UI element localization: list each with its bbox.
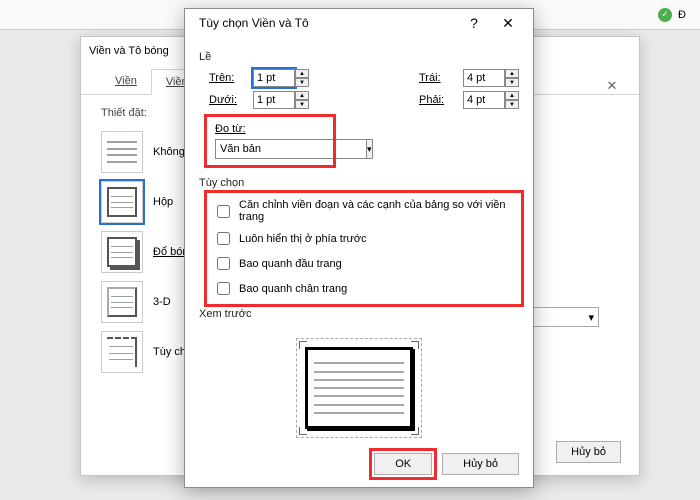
preset-box[interactable]: Hộp [101, 181, 195, 223]
bottom-margin-label: Dưới: [209, 94, 247, 106]
options-group-label: Tùy chọn [199, 177, 519, 189]
opt-surround-footer[interactable]: Bao quanh chân trang [213, 279, 515, 298]
left-margin-input[interactable]: ▲▼ [463, 69, 519, 87]
preview-page-icon [305, 347, 413, 429]
top-margin-input[interactable]: ▲▼ [253, 69, 309, 87]
preset-box-label: Hộp [153, 196, 173, 208]
bottom-margin-input[interactable]: ▲▼ [253, 91, 309, 109]
spin-down-icon[interactable]: ▼ [505, 100, 519, 109]
close-icon[interactable]: ✕ [491, 11, 525, 35]
spin-down-icon[interactable]: ▼ [295, 100, 309, 109]
help-icon[interactable]: ? [457, 11, 491, 35]
options-checkbox-group: Căn chỉnh viền đoạn và các cạnh của bảng… [209, 195, 519, 302]
top-margin-label: Trên: [209, 72, 247, 84]
opt-always-front[interactable]: Luôn hiển thị ở phía trước [213, 229, 515, 248]
spin-down-icon[interactable]: ▼ [505, 78, 519, 87]
spin-up-icon[interactable]: ▲ [505, 91, 519, 100]
chevron-down-icon: ▾ [588, 311, 594, 324]
preview-label: Xem trước [199, 308, 519, 320]
preset-none[interactable]: Không c [101, 131, 195, 173]
spin-up-icon[interactable]: ▲ [505, 69, 519, 78]
status-letter: Đ [678, 9, 686, 21]
measure-from-block: Đo từ: ▾ [209, 119, 331, 163]
preset-3d-icon [101, 281, 143, 323]
preset-shadow[interactable]: Đổ bóng [101, 231, 195, 273]
opt-align-borders[interactable]: Căn chỉnh viền đoạn và các cạnh của bảng… [213, 199, 515, 223]
preset-custom-icon [101, 331, 143, 373]
preview-frame [296, 338, 422, 438]
spin-down-icon[interactable]: ▼ [295, 78, 309, 87]
left-margin-label: Trái: [419, 72, 457, 84]
presets-label: Thiết đặt: [101, 107, 195, 119]
status-check-icon: ✓ [658, 8, 672, 22]
spin-up-icon[interactable]: ▲ [295, 91, 309, 100]
measure-from-combo[interactable]: ▾ [215, 139, 325, 159]
spin-up-icon[interactable]: ▲ [295, 69, 309, 78]
preview-area [199, 328, 519, 452]
preset-box-icon [101, 181, 143, 223]
border-options-dialog: Tùy chọn Viền và Tô ? ✕ Lề Trên: ▲▼ Trái… [184, 8, 534, 488]
preset-shadow-icon [101, 231, 143, 273]
chevron-down-icon: ▾ [367, 139, 373, 159]
preset-list: Thiết đặt: Không c Hộp Đổ bóng 3-D Tùy c… [101, 107, 195, 373]
bg-cancel-button[interactable]: Hủy bỏ [556, 441, 621, 463]
opt-surround-header[interactable]: Bao quanh đầu trang [213, 254, 515, 273]
tab-borders[interactable]: Viền [101, 69, 151, 94]
preset-none-icon [101, 131, 143, 173]
right-margin-label: Phải: [419, 94, 457, 106]
preset-custom[interactable]: Tùy chỉn [101, 331, 195, 373]
fg-dialog-title: Tùy chọn Viền và Tô [199, 16, 457, 30]
right-margin-input[interactable]: ▲▼ [463, 91, 519, 109]
ok-button[interactable]: OK [374, 453, 432, 475]
margins-group-label: Lề [199, 51, 519, 63]
cancel-button[interactable]: Hủy bỏ [442, 453, 519, 475]
close-icon[interactable]: ✕ [601, 75, 623, 97]
measure-from-label: Đo từ: [215, 123, 325, 135]
preset-3d[interactable]: 3-D [101, 281, 195, 323]
preset-3d-label: 3-D [153, 296, 171, 308]
